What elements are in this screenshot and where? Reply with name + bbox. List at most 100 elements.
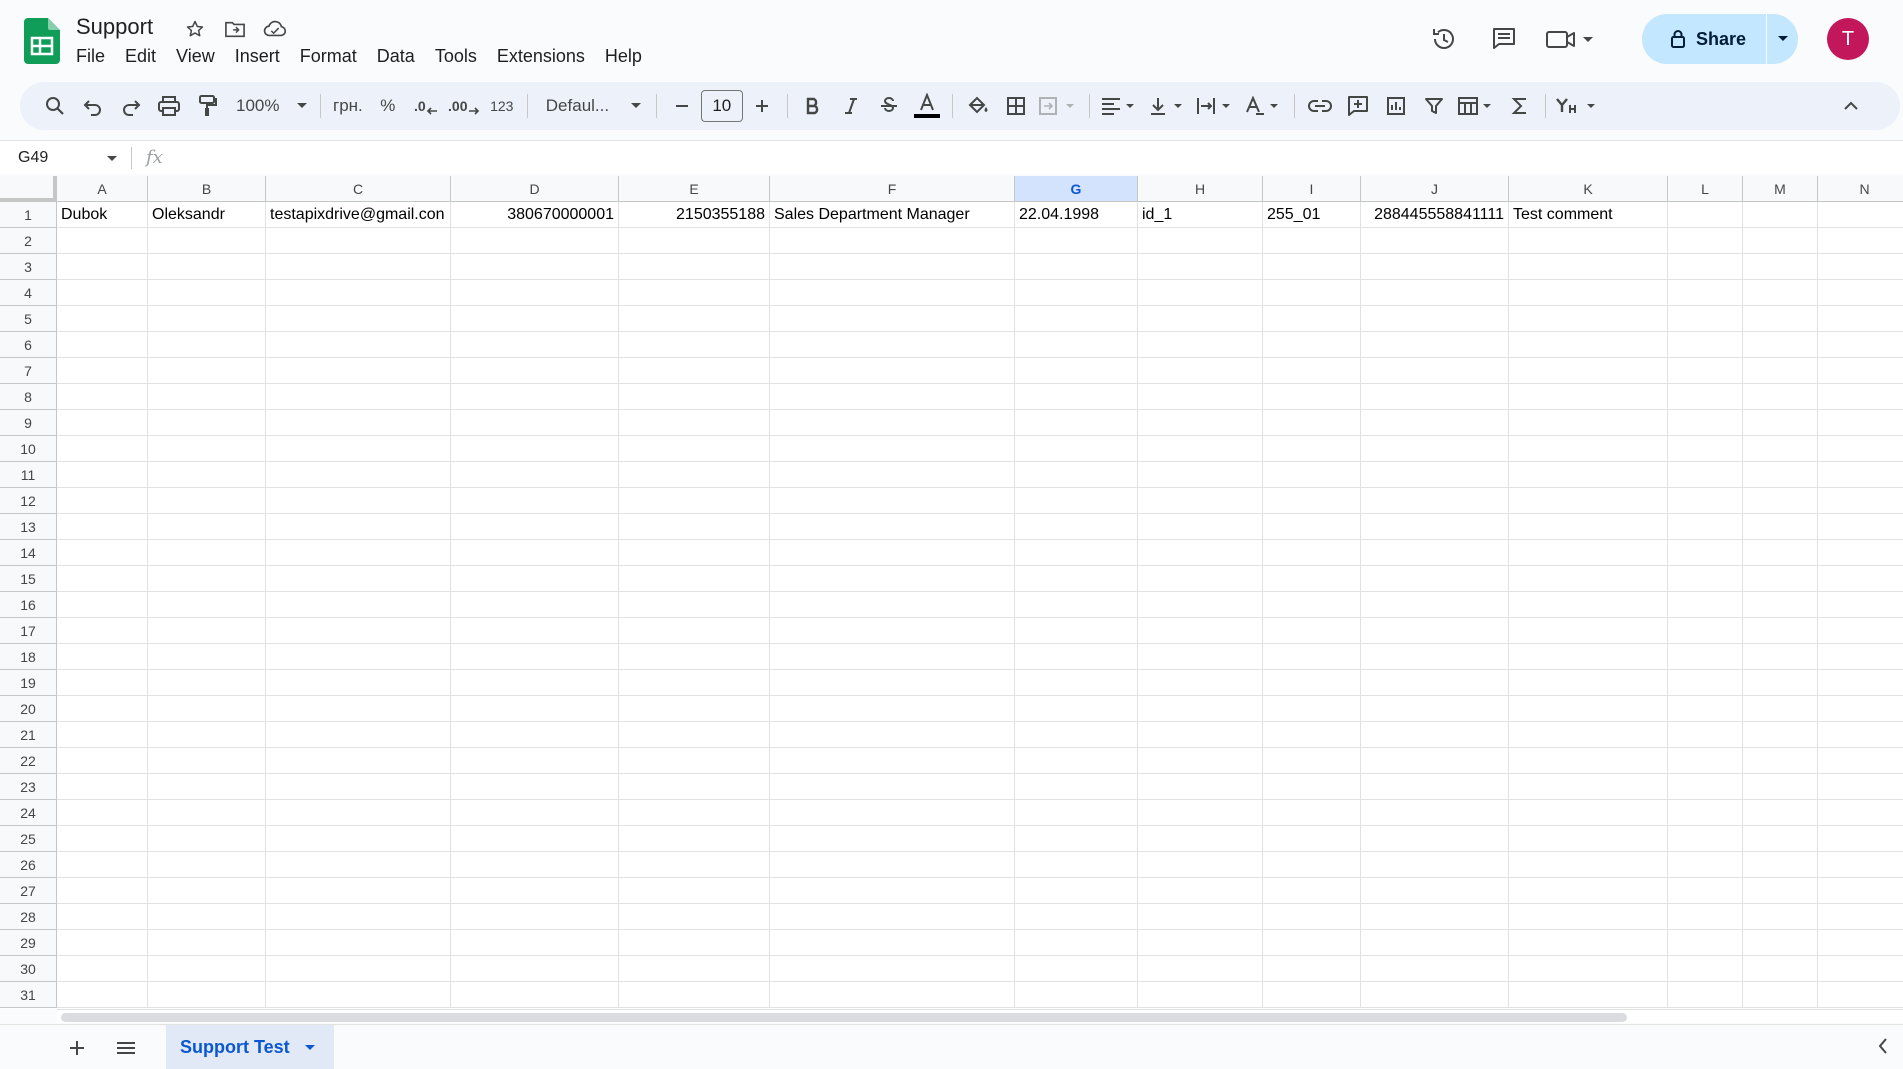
cell-n11[interactable]: [1818, 462, 1903, 488]
text-color-icon[interactable]: [910, 89, 944, 123]
cell-e3[interactable]: [619, 254, 770, 280]
cell-j9[interactable]: [1361, 410, 1509, 436]
cell-d18[interactable]: [451, 644, 619, 670]
version-history-icon[interactable]: [1423, 18, 1465, 60]
cell-b1[interactable]: Oleksandr: [148, 202, 266, 228]
cell-f27[interactable]: [770, 878, 1015, 904]
row-header[interactable]: 10: [0, 436, 57, 462]
cell-h2[interactable]: [1138, 228, 1263, 254]
cell-j20[interactable]: [1361, 696, 1509, 722]
cell-n12[interactable]: [1818, 488, 1903, 514]
cell-c31[interactable]: [266, 982, 451, 1008]
cell-l31[interactable]: [1668, 982, 1743, 1008]
cell-f26[interactable]: [770, 852, 1015, 878]
cell-l25[interactable]: [1668, 826, 1743, 852]
cell-i22[interactable]: [1263, 748, 1361, 774]
cell-m20[interactable]: [1743, 696, 1818, 722]
cell-i8[interactable]: [1263, 384, 1361, 410]
cell-n13[interactable]: [1818, 514, 1903, 540]
cell-d5[interactable]: [451, 306, 619, 332]
merge-cells-icon[interactable]: [1037, 89, 1081, 123]
cell-i27[interactable]: [1263, 878, 1361, 904]
cell-f25[interactable]: [770, 826, 1015, 852]
row-header[interactable]: 25: [0, 826, 57, 852]
menu-insert[interactable]: Insert: [225, 44, 290, 69]
cell-e30[interactable]: [619, 956, 770, 982]
cell-n19[interactable]: [1818, 670, 1903, 696]
cell-a29[interactable]: [57, 930, 148, 956]
increase-decimal-button[interactable]: .00: [447, 89, 481, 123]
cell-i4[interactable]: [1263, 280, 1361, 306]
cell-n16[interactable]: [1818, 592, 1903, 618]
column-header-n[interactable]: N: [1818, 176, 1903, 202]
cell-n3[interactable]: [1818, 254, 1903, 280]
cell-e8[interactable]: [619, 384, 770, 410]
cell-a1[interactable]: Dubok: [57, 202, 148, 228]
cell-g27[interactable]: [1015, 878, 1138, 904]
row-header[interactable]: 13: [0, 514, 57, 540]
row-header[interactable]: 26: [0, 852, 57, 878]
cell-b29[interactable]: [148, 930, 266, 956]
cell-d1[interactable]: 380670000001: [451, 202, 619, 228]
row-header[interactable]: 12: [0, 488, 57, 514]
cell-d23[interactable]: [451, 774, 619, 800]
cell-c5[interactable]: [266, 306, 451, 332]
column-header-g[interactable]: G: [1015, 176, 1138, 202]
cell-c20[interactable]: [266, 696, 451, 722]
cell-e31[interactable]: [619, 982, 770, 1008]
cell-j1[interactable]: 288445558841111: [1361, 202, 1509, 228]
row-header[interactable]: 11: [0, 462, 57, 488]
cell-j19[interactable]: [1361, 670, 1509, 696]
cell-j3[interactable]: [1361, 254, 1509, 280]
cell-l24[interactable]: [1668, 800, 1743, 826]
cell-i26[interactable]: [1263, 852, 1361, 878]
name-box-dropdown-icon[interactable]: [106, 155, 118, 163]
cell-j22[interactable]: [1361, 748, 1509, 774]
cell-d6[interactable]: [451, 332, 619, 358]
row-header[interactable]: 27: [0, 878, 57, 904]
horizontal-align-icon[interactable]: [1098, 89, 1142, 123]
cell-f4[interactable]: [770, 280, 1015, 306]
cell-h7[interactable]: [1138, 358, 1263, 384]
cell-b3[interactable]: [148, 254, 266, 280]
cell-n5[interactable]: [1818, 306, 1903, 332]
row-header[interactable]: 16: [0, 592, 57, 618]
cell-f16[interactable]: [770, 592, 1015, 618]
cell-g8[interactable]: [1015, 384, 1138, 410]
all-sheets-icon[interactable]: [111, 1033, 141, 1063]
cell-c3[interactable]: [266, 254, 451, 280]
cell-h22[interactable]: [1138, 748, 1263, 774]
menu-file[interactable]: File: [66, 44, 115, 69]
cell-l14[interactable]: [1668, 540, 1743, 566]
cell-j8[interactable]: [1361, 384, 1509, 410]
cell-n15[interactable]: [1818, 566, 1903, 592]
cell-i13[interactable]: [1263, 514, 1361, 540]
row-header[interactable]: 3: [0, 254, 57, 280]
cell-m5[interactable]: [1743, 306, 1818, 332]
row-header[interactable]: 17: [0, 618, 57, 644]
cell-m17[interactable]: [1743, 618, 1818, 644]
cell-a14[interactable]: [57, 540, 148, 566]
cell-g15[interactable]: [1015, 566, 1138, 592]
font-select[interactable]: Defaul...: [536, 89, 648, 123]
cell-i30[interactable]: [1263, 956, 1361, 982]
cell-m26[interactable]: [1743, 852, 1818, 878]
cell-f31[interactable]: [770, 982, 1015, 1008]
cell-n22[interactable]: [1818, 748, 1903, 774]
cell-n25[interactable]: [1818, 826, 1903, 852]
cell-i28[interactable]: [1263, 904, 1361, 930]
cell-c11[interactable]: [266, 462, 451, 488]
cell-c8[interactable]: [266, 384, 451, 410]
row-header[interactable]: 4: [0, 280, 57, 306]
cell-d21[interactable]: [451, 722, 619, 748]
cell-m2[interactable]: [1743, 228, 1818, 254]
cell-j27[interactable]: [1361, 878, 1509, 904]
italic-icon[interactable]: [834, 89, 868, 123]
cell-j24[interactable]: [1361, 800, 1509, 826]
select-all-corner[interactable]: [0, 176, 57, 202]
cell-i11[interactable]: [1263, 462, 1361, 488]
cell-h1[interactable]: id_1: [1138, 202, 1263, 228]
undo-icon[interactable]: [76, 89, 110, 123]
cell-a17[interactable]: [57, 618, 148, 644]
cell-b7[interactable]: [148, 358, 266, 384]
